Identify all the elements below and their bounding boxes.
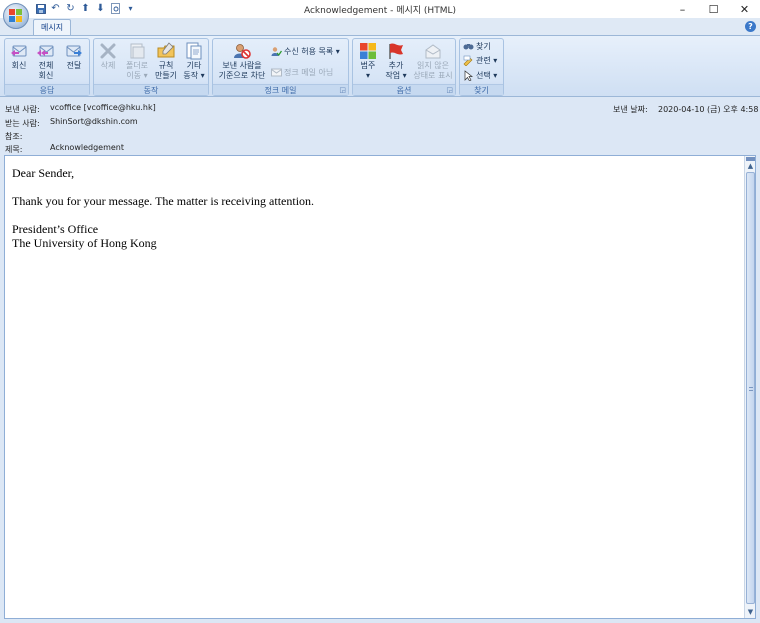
print-preview-icon[interactable] xyxy=(109,2,122,15)
office-logo-icon xyxy=(9,9,23,23)
delete-icon xyxy=(99,42,117,60)
message-content: Dear Sender, Thank you for your message.… xyxy=(12,166,314,250)
maximize-button[interactable]: ☐ xyxy=(698,0,729,18)
scroll-up-icon[interactable]: ▲ xyxy=(745,161,756,171)
dialog-launcher-icon[interactable]: ◲ xyxy=(446,86,453,94)
delete-button[interactable]: 삭제 xyxy=(97,42,119,71)
select-cursor-icon xyxy=(463,70,474,82)
safe-list-button[interactable]: 수신 허용 목록 ▾ xyxy=(271,46,340,57)
from-value[interactable]: vcoffice [vcoffice@hku.hk] xyxy=(50,103,156,112)
block-sender-icon xyxy=(233,42,251,60)
up-icon[interactable]: ⬆ xyxy=(79,2,92,15)
forward-icon xyxy=(65,42,83,60)
group-options: 범주 ▾ 추가 작업 ▾ 읽지 않은 상태로 표시 옵션 ◲ xyxy=(352,38,456,96)
message-body[interactable]: Dear Sender, Thank you for your message.… xyxy=(4,155,756,619)
sent-label: 보낸 날짜: xyxy=(613,105,648,114)
save-icon[interactable] xyxy=(34,2,47,15)
vertical-scrollbar[interactable]: ▲ ▼ xyxy=(744,156,755,618)
group-label-find: 찾기 xyxy=(460,84,503,95)
find-button[interactable]: 찾기 xyxy=(463,41,491,52)
quick-access-toolbar: ↶ ↻ ⬆ ⬇ ▾ xyxy=(34,2,137,15)
mark-unread-button[interactable]: 읽지 않은 상태로 표시 xyxy=(411,42,455,81)
signature-line-1: President’s Office xyxy=(12,222,99,236)
block-sender-button[interactable]: 보낸 사람을 기준으로 차단 xyxy=(214,42,270,81)
categorize-icon xyxy=(359,42,377,60)
reply-all-button[interactable]: 전체 회신 xyxy=(35,42,57,81)
ribbon-tab-row: 메시지 ? xyxy=(0,18,760,35)
related-icon xyxy=(463,55,474,67)
greeting: Dear Sender, xyxy=(12,166,75,180)
other-actions-button[interactable]: 기타 동작 ▾ xyxy=(180,42,208,81)
create-rule-button[interactable]: 규칙 만들기 xyxy=(153,42,179,81)
follow-up-button[interactable]: 추가 작업 ▾ xyxy=(382,42,410,81)
move-to-folder-button[interactable]: 폴더로 이동 ▾ xyxy=(122,42,152,81)
find-icon xyxy=(463,41,474,52)
undo-icon[interactable]: ↶ xyxy=(49,2,62,15)
close-button[interactable]: ✕ xyxy=(729,0,760,18)
group-actions: 삭제 폴더로 이동 ▾ 규칙 만들기 기타 동작 ▾ 동작 xyxy=(93,38,209,96)
to-value[interactable]: ShinSort@dkshin.com xyxy=(50,117,138,126)
ribbon: 회신 전체 회신 전달 응답 삭제 폴더로 이동 ▾ 규칙 만들기 기타 동작 … xyxy=(0,35,760,97)
cc-label: 참조: xyxy=(5,132,23,141)
reply-all-icon xyxy=(37,42,55,60)
message-header: 보낸 사람: vcoffice [vcoffice@hku.hk] 받는 사람:… xyxy=(0,98,760,154)
move-to-folder-icon xyxy=(128,42,146,60)
related-button[interactable]: 관련 ▾ xyxy=(463,55,497,67)
scroll-down-icon[interactable]: ▼ xyxy=(745,607,756,617)
subject-value: Acknowledgement xyxy=(50,143,125,152)
reply-icon xyxy=(10,42,28,60)
group-label-options: 옵션 xyxy=(353,84,455,95)
group-respond: 회신 전체 회신 전달 응답 xyxy=(4,38,90,96)
tab-message[interactable]: 메시지 xyxy=(33,19,72,35)
signature-line-2: The University of Hong Kong xyxy=(12,236,157,250)
group-label-respond: 응답 xyxy=(5,84,89,95)
title-bar: Acknowledgement - 메시지 (HTML) ↶ ↻ ⬆ ⬇ ▾ –… xyxy=(0,0,760,18)
help-icon[interactable]: ? xyxy=(745,21,756,32)
dialog-launcher-icon[interactable]: ◲ xyxy=(339,86,346,94)
mark-unread-icon xyxy=(424,42,442,60)
categorize-button[interactable]: 범주 ▾ xyxy=(356,42,380,81)
scrollbar-thumb[interactable] xyxy=(746,172,755,604)
group-label-junk-mail: 정크 메일 xyxy=(213,84,348,95)
forward-button[interactable]: 전달 xyxy=(63,42,85,71)
reply-button[interactable]: 회신 xyxy=(8,42,30,71)
redo-icon[interactable]: ↻ xyxy=(64,2,77,15)
follow-up-flag-icon xyxy=(387,42,405,60)
not-junk-button[interactable]: 정크 메일 아님 xyxy=(271,67,333,78)
customize-icon[interactable]: ▾ xyxy=(124,2,137,15)
safe-list-icon xyxy=(271,46,283,57)
minimize-button[interactable]: – xyxy=(667,0,698,18)
group-junk-mail: 보낸 사람을 기준으로 차단 수신 허용 목록 ▾ 정크 메일 아님 정크 메일… xyxy=(212,38,349,96)
select-button[interactable]: 선택 ▾ xyxy=(463,70,497,82)
other-actions-icon xyxy=(185,42,203,60)
subject-label: 제목: xyxy=(5,145,23,154)
body-text: Thank you for your message. The matter i… xyxy=(12,194,315,208)
group-find: 찾기 관련 ▾ 선택 ▾ 찾기 xyxy=(459,38,504,96)
sent-value: 2020-04-10 (금) 오후 4:58 xyxy=(658,105,759,114)
from-label: 보낸 사람: xyxy=(5,105,40,114)
not-junk-icon xyxy=(271,67,282,78)
grip-icon xyxy=(749,387,753,391)
down-icon[interactable]: ⬇ xyxy=(94,2,107,15)
group-label-actions: 동작 xyxy=(94,84,208,95)
office-button[interactable] xyxy=(3,3,29,29)
window-controls: – ☐ ✕ xyxy=(667,0,760,18)
create-rule-icon xyxy=(157,42,175,60)
to-label: 받는 사람: xyxy=(5,119,40,128)
